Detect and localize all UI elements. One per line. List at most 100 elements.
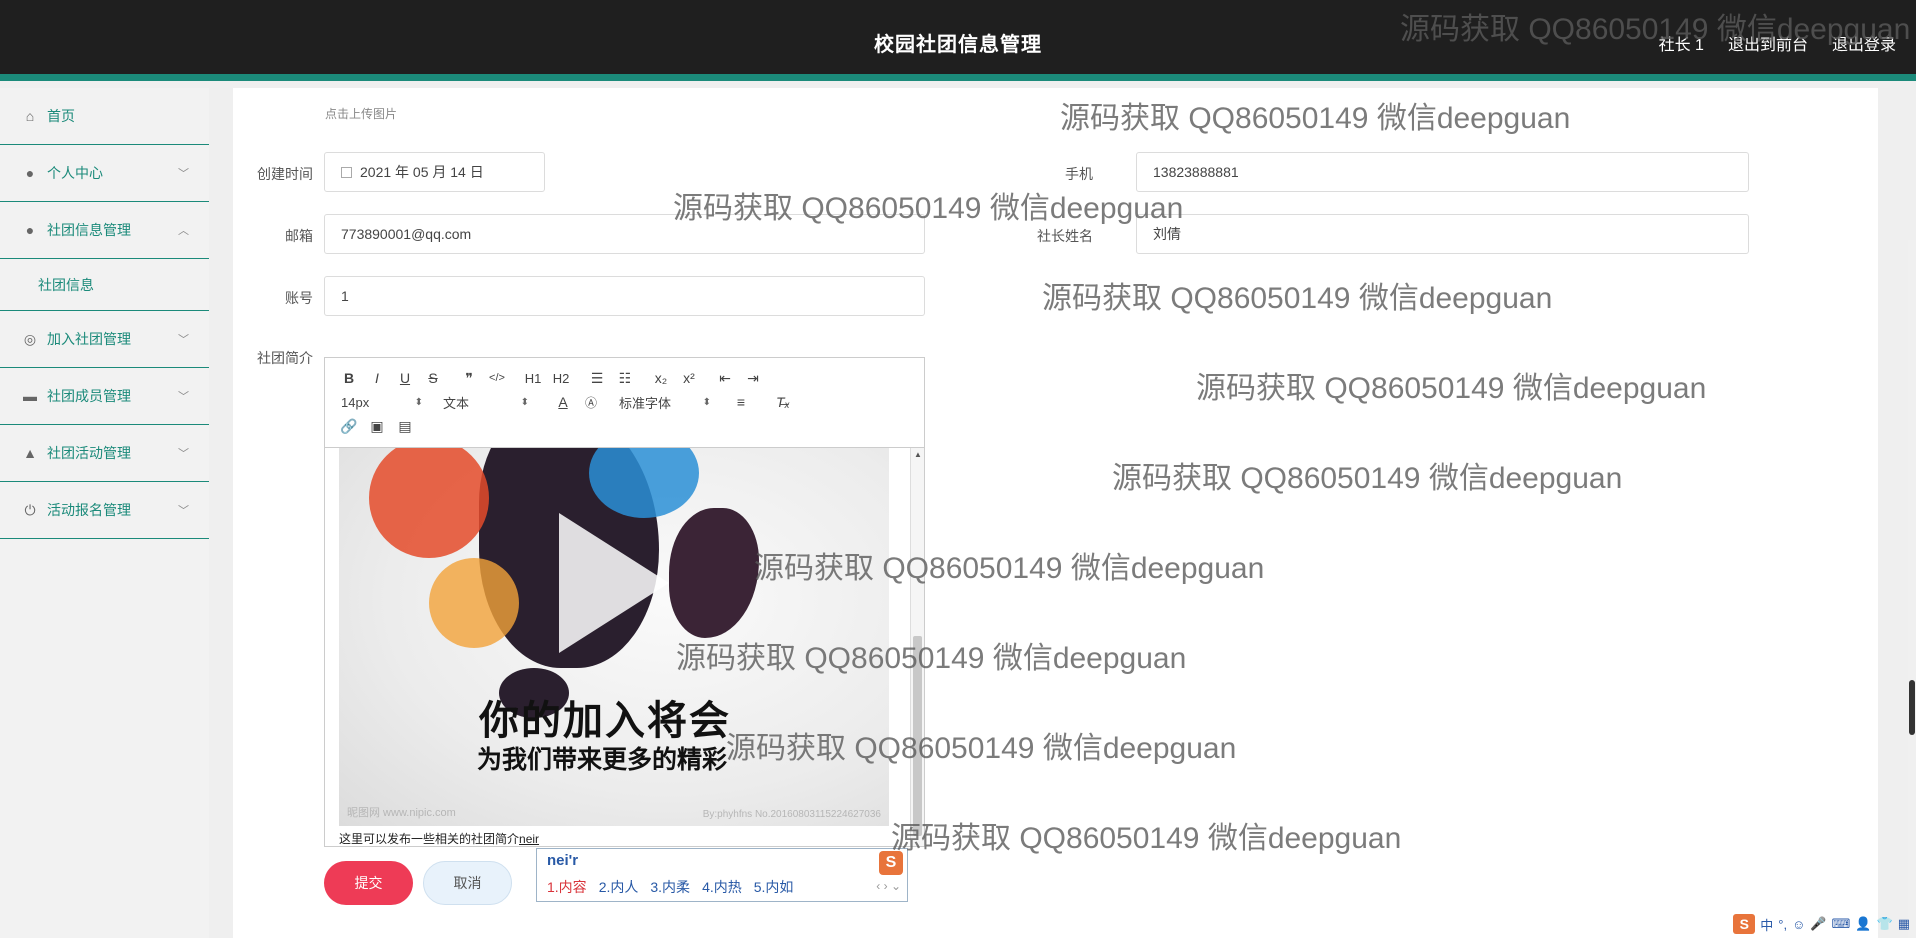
scroll-up-icon[interactable]: ▲: [914, 450, 922, 459]
chevron-down-icon: ﹀: [178, 448, 189, 460]
chevron-down-icon: ﹀: [178, 505, 189, 517]
cancel-button[interactable]: 取消: [423, 861, 512, 905]
page-scroll-thumb[interactable]: [1909, 680, 1915, 735]
ime-candidate-popup[interactable]: nei'r 1.内容 2.内人 3.内柔 4.内热 5.内如 S ‹ › ⌄: [536, 848, 908, 902]
user-icon: ●: [25, 222, 35, 238]
background-color-icon[interactable]: Ⓐ: [577, 390, 605, 414]
user-icon: ●: [25, 165, 35, 181]
ordered-list-button[interactable]: ☰: [583, 366, 611, 390]
h1-button[interactable]: H1: [519, 366, 547, 390]
tray-item[interactable]: 👕: [1877, 916, 1893, 932]
indent-button[interactable]: ⇥: [739, 366, 767, 390]
caption-text: 这里可以发布一些相关的社团简介: [339, 832, 520, 846]
tray-item[interactable]: 👤: [1855, 916, 1871, 932]
outdent-button[interactable]: ⇤: [711, 366, 739, 390]
sidebar-item-personal[interactable]: ● 个人中心 ﹀: [0, 145, 209, 202]
tray-item[interactable]: °,: [1778, 917, 1787, 932]
sidebar-item-home[interactable]: ⌂ 首页: [0, 88, 209, 145]
phone-value: 13823888881: [1153, 164, 1239, 180]
tray-item[interactable]: ⌨: [1832, 916, 1851, 932]
account-value: 1: [341, 288, 349, 304]
briefcase-icon: ▬: [23, 388, 37, 404]
ime-candidate[interactable]: 5.内如: [754, 877, 794, 897]
sogou-tray-icon[interactable]: S: [1733, 914, 1756, 934]
phone-field[interactable]: 13823888881: [1136, 152, 1749, 192]
editor-caption: 这里可以发布一些相关的社团简介neir: [339, 830, 539, 846]
account-label: 账号: [285, 290, 313, 306]
phone-label: 手机: [1065, 166, 1093, 182]
leader-field[interactable]: 刘倩: [1136, 214, 1749, 254]
link-icon[interactable]: 🔗: [335, 414, 363, 438]
ime-candidates: 1.内容 2.内人 3.内柔 4.内热 5.内如: [547, 877, 793, 897]
italic-button[interactable]: I: [363, 366, 391, 390]
ime-pager[interactable]: ‹ › ⌄: [876, 879, 901, 893]
sidebar-item-label: 社团成员管理: [47, 388, 131, 404]
h2-button[interactable]: H2: [547, 366, 575, 390]
tray-item[interactable]: ▦: [1898, 916, 1910, 932]
power-icon: ⏻: [24, 501, 36, 518]
app-title: 校园社团信息管理: [874, 34, 1042, 56]
ime-candidate[interactable]: 2.内人: [599, 877, 639, 897]
leader-label: 社长姓名: [1037, 228, 1093, 244]
sidebar-item-club-info[interactable]: ● 社团信息管理 ︿: [0, 202, 209, 259]
clear-format-icon[interactable]: T̶ₓ: [769, 390, 797, 414]
video-icon[interactable]: ▤: [391, 414, 419, 438]
submit-button[interactable]: 提交: [324, 861, 413, 905]
bullet-list-button[interactable]: ☷: [611, 366, 639, 390]
back-to-front-link[interactable]: 退出到前台: [1728, 31, 1808, 55]
font-family-select[interactable]: 标准字体: [619, 390, 711, 414]
align-icon[interactable]: ≡: [727, 390, 755, 414]
sidebar-subitem-club-info[interactable]: 社团信息: [0, 259, 209, 311]
created-label: 创建时间: [257, 166, 313, 182]
created-date-field[interactable]: 2021 年 05 月 14 日: [324, 152, 545, 192]
sidebar-item-registrations[interactable]: ⏻ 活动报名管理 ﹀: [0, 482, 209, 539]
account-field[interactable]: 1: [324, 276, 925, 316]
intro-label: 社团简介: [257, 350, 313, 366]
home-icon: ⌂: [25, 108, 35, 124]
sidebar-item-label: 社团活动管理: [47, 445, 131, 461]
upload-hint[interactable]: 点击上传图片: [325, 105, 397, 122]
strike-button[interactable]: S: [419, 366, 447, 390]
editor-toolbar: B I U S ❞ </> H1 H2 ☰ ☷ x₂ x² ⇤ ⇥ 14px 文…: [325, 358, 924, 448]
text-type-select[interactable]: 文本: [443, 390, 529, 414]
user-label[interactable]: 社长 1: [1659, 31, 1704, 55]
sidebar-item-activities[interactable]: ▲ 社团活动管理 ﹀: [0, 425, 209, 482]
sidebar-item-label: 首页: [47, 108, 75, 124]
chevron-down-icon: ﹀: [178, 334, 189, 346]
leader-value: 刘倩: [1153, 226, 1181, 242]
quote-button[interactable]: ❞: [455, 366, 483, 390]
image-icon[interactable]: ▣: [363, 414, 391, 438]
sidebar-item-join-club[interactable]: ◎ 加入社团管理 ﹀: [0, 311, 209, 368]
font-size-select[interactable]: 14px: [335, 390, 423, 414]
underline-button[interactable]: U: [391, 366, 419, 390]
code-button[interactable]: </>: [483, 366, 511, 390]
poster-watermark-left: 昵图网 www.nipic.com: [347, 807, 456, 819]
editor-content[interactable]: 你的加入将会 为我们带来更多的精彩 昵图网 www.nipic.com By:p…: [325, 448, 924, 846]
bold-button[interactable]: B: [335, 366, 363, 390]
club-poster-image: 你的加入将会 为我们带来更多的精彩 昵图网 www.nipic.com By:p…: [339, 448, 889, 826]
page-scrollbar[interactable]: [1908, 240, 1916, 938]
sidebar-item-label: 活动报名管理: [47, 502, 131, 518]
sogou-logo-icon: S: [879, 851, 903, 875]
ime-candidate[interactable]: 3.内柔: [650, 877, 690, 897]
email-value: 773890001@qq.com: [341, 226, 472, 242]
calendar-icon: [341, 166, 352, 178]
tray-item[interactable]: 🎤: [1810, 916, 1826, 932]
ime-tray: S 中 °, ☺ 🎤 ⌨ 👤 👕 ▦: [1733, 914, 1910, 934]
logout-link[interactable]: 退出登录: [1832, 31, 1896, 55]
editor-scroll-thumb[interactable]: [913, 636, 922, 836]
superscript-button[interactable]: x²: [675, 366, 703, 390]
tray-item[interactable]: 中: [1760, 915, 1773, 934]
sidebar-item-members[interactable]: ▬ 社团成员管理 ﹀: [0, 368, 209, 425]
sidebar: ⌂ 首页 ● 个人中心 ﹀ ● 社团信息管理 ︿ 社团信息 ◎ 加入社团管理 ﹀…: [0, 88, 209, 938]
editor-scrollbar[interactable]: ▲: [910, 448, 924, 846]
ime-candidate[interactable]: 4.内热: [702, 877, 742, 897]
ime-candidate[interactable]: 1.内容: [547, 877, 587, 897]
chevron-up-icon: ︿: [178, 225, 189, 237]
email-field[interactable]: 773890001@qq.com: [324, 214, 925, 254]
created-date-value: 2021 年 05 月 14 日: [360, 164, 484, 180]
font-color-icon[interactable]: A: [549, 390, 577, 414]
rich-text-editor[interactable]: B I U S ❞ </> H1 H2 ☰ ☷ x₂ x² ⇤ ⇥ 14px 文…: [324, 357, 925, 847]
tray-item[interactable]: ☺: [1792, 917, 1805, 932]
subscript-button[interactable]: x₂: [647, 366, 675, 390]
